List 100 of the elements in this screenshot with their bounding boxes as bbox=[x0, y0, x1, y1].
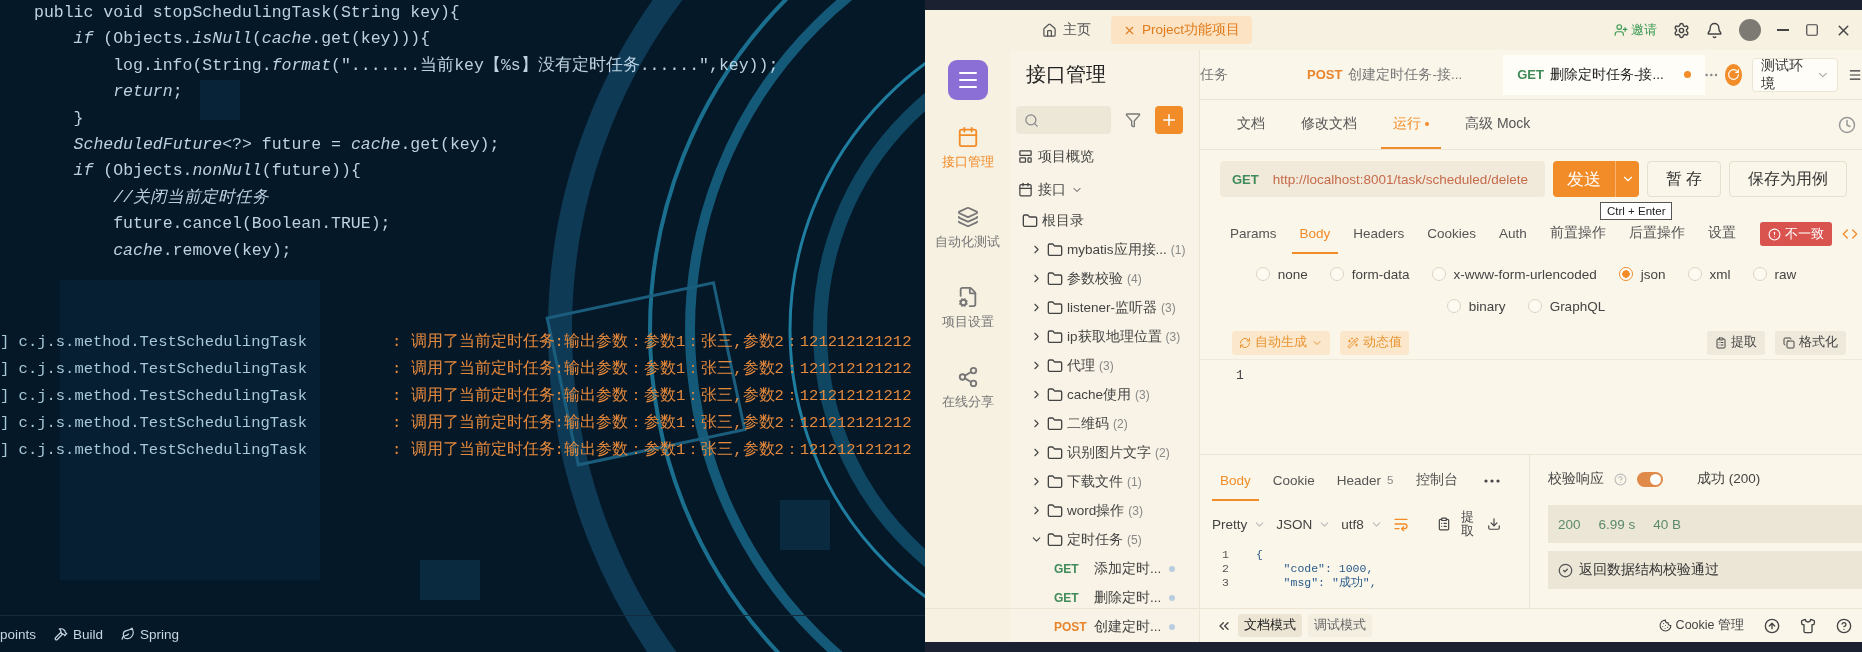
rail-item[interactable]: 项目设置 bbox=[941, 286, 994, 366]
body-type-option[interactable]: raw bbox=[1752, 264, 1797, 284]
refresh-icon bbox=[1727, 68, 1741, 81]
window-tab[interactable]: 主页 bbox=[1030, 16, 1103, 44]
format-select[interactable]: JSON bbox=[1276, 516, 1332, 532]
avatar[interactable] bbox=[1739, 19, 1761, 41]
request-tab[interactable]: 任务 bbox=[1200, 54, 1269, 95]
mode-button[interactable]: 文档模式 bbox=[1238, 614, 1302, 637]
param-tab[interactable]: Cookies bbox=[1419, 214, 1485, 254]
code-line: cache.remove(key); bbox=[112, 239, 292, 262]
tree-folder[interactable]: 代理 (3) bbox=[1016, 351, 1193, 380]
radio[interactable] bbox=[1527, 299, 1542, 313]
tool-window-tab[interactable]: Build bbox=[73, 626, 104, 642]
tree-folder[interactable]: 参数校验 (4) bbox=[1016, 264, 1193, 293]
response-tab[interactable]: 控制台 bbox=[1407, 461, 1466, 501]
radio[interactable] bbox=[1618, 267, 1633, 281]
layout-icon bbox=[1018, 149, 1033, 164]
tree-item[interactable]: POST 创建定时... bbox=[1016, 612, 1193, 641]
param-tab[interactable]: 设置 bbox=[1699, 214, 1744, 254]
tool-window-tab[interactable]: Spring bbox=[140, 626, 180, 642]
extract-link[interactable]: 提取 bbox=[1460, 510, 1477, 538]
tool-window-tab[interactable]: points bbox=[0, 626, 37, 642]
request-tab[interactable]: GET 删除定时任务-接... bbox=[1503, 54, 1705, 95]
radio[interactable] bbox=[1446, 299, 1461, 313]
request-tab[interactable]: POST 创建定时任务-接... bbox=[1293, 54, 1504, 95]
validation-toggle[interactable] bbox=[1637, 471, 1663, 487]
add-button[interactable] bbox=[1155, 106, 1183, 134]
tree-item[interactable]: GET 删除定时... bbox=[1016, 583, 1193, 612]
response-tab[interactable]: Cookie bbox=[1264, 461, 1323, 501]
radio[interactable] bbox=[1687, 267, 1702, 281]
tree-folder[interactable]: word操作 (3) bbox=[1016, 496, 1193, 525]
radio[interactable] bbox=[1431, 267, 1446, 281]
search-field[interactable] bbox=[1016, 106, 1111, 134]
tree-folder[interactable]: listener-监听器 (3) bbox=[1016, 293, 1193, 322]
tree-folder[interactable]: mybatis应用接... (1) bbox=[1016, 235, 1193, 264]
sidebar-item[interactable]: 项目概览 bbox=[1016, 140, 1193, 173]
code-line: "msg": "成功", bbox=[1282, 574, 1377, 590]
body-type-option[interactable]: xml bbox=[1687, 264, 1731, 284]
log-message: : 调用了当前定时任务:输出参数：参数1：张三,参数2：121212121212 bbox=[392, 359, 912, 379]
wand-icon bbox=[1347, 336, 1359, 349]
save-as-case-button[interactable]: 保存为用例 bbox=[1729, 161, 1848, 197]
doc-tab[interactable]: 修改文档 bbox=[1289, 100, 1369, 149]
search-icon bbox=[1024, 112, 1039, 128]
code-line: if (Objects.isNull(cache.get(key))){ bbox=[72, 28, 431, 51]
item-label: 项目概览 bbox=[1038, 147, 1094, 166]
line-number: 2 bbox=[1222, 561, 1230, 575]
param-tab[interactable]: Headers bbox=[1345, 214, 1413, 254]
item-label: 接口 bbox=[1038, 180, 1066, 199]
environment-select[interactable]: 测试环境 bbox=[1751, 57, 1839, 92]
folder-name: word操作 bbox=[1067, 501, 1125, 520]
encoding-select[interactable]: utf8 bbox=[1341, 516, 1383, 532]
body-type-option[interactable]: GraphQL bbox=[1527, 296, 1606, 316]
view-select[interactable]: Pretty bbox=[1212, 516, 1267, 532]
status-dot bbox=[1169, 565, 1176, 572]
sidebar-item[interactable]: 接口 bbox=[1016, 173, 1193, 206]
sync-button[interactable] bbox=[1725, 63, 1743, 86]
check-circle-icon bbox=[1558, 562, 1573, 578]
doc-tab[interactable]: 高级 Mock bbox=[1453, 100, 1543, 149]
item-count: (3) bbox=[1161, 300, 1176, 315]
body-type-option[interactable]: binary bbox=[1446, 296, 1506, 316]
radio[interactable] bbox=[1329, 267, 1344, 281]
tree-folder[interactable]: ip获取地理位置 (3) bbox=[1016, 322, 1193, 351]
radio[interactable] bbox=[1255, 267, 1270, 281]
more-icon[interactable] bbox=[1483, 479, 1500, 483]
minimize-icon[interactable] bbox=[1777, 29, 1789, 31]
mode-button[interactable]: 调试模式 bbox=[1308, 614, 1372, 637]
response-tab[interactable]: Header 5 bbox=[1328, 461, 1402, 501]
tree-folder[interactable]: 二维码 (2) bbox=[1016, 409, 1193, 438]
save-button[interactable]: 暂 存 bbox=[1647, 161, 1722, 197]
tree-folder[interactable]: cache使用 (3) bbox=[1016, 380, 1193, 409]
body-type-option[interactable]: json bbox=[1618, 264, 1666, 284]
tree-folder[interactable]: 下载文件 (1) bbox=[1016, 467, 1193, 496]
body-type-option[interactable]: form-data bbox=[1329, 264, 1410, 284]
tree-folder[interactable]: 根目录 bbox=[1016, 206, 1193, 235]
endpoint-name: 删除定时... bbox=[1094, 588, 1162, 607]
wrap-icon bbox=[1392, 516, 1409, 532]
folder-icon bbox=[1047, 502, 1063, 519]
tree-folder[interactable]: 识别图片文字 (2) bbox=[1016, 438, 1193, 467]
code-icon bbox=[1842, 226, 1858, 242]
doc-tab[interactable]: 文档 bbox=[1225, 100, 1277, 149]
validation-result: 成功 (200) bbox=[1697, 470, 1761, 488]
filter-icon bbox=[1125, 112, 1141, 128]
body-type-option[interactable]: none bbox=[1255, 264, 1308, 284]
rail-item[interactable]: 在线分享 bbox=[941, 366, 994, 446]
cookie-icon bbox=[1658, 619, 1672, 632]
param-tab[interactable]: Auth bbox=[1491, 214, 1535, 254]
tree-item[interactable]: GET 添加定时... bbox=[1016, 554, 1193, 583]
copy-icon bbox=[1783, 336, 1795, 349]
radio[interactable] bbox=[1752, 267, 1767, 281]
cookie-manager-link[interactable]: Cookie 管理 bbox=[1658, 617, 1744, 634]
tree-folder[interactable]: 定时任务 (5) bbox=[1016, 525, 1193, 554]
format-button[interactable]: 格式化 bbox=[1775, 330, 1846, 355]
param-tab[interactable]: Params bbox=[1222, 214, 1285, 254]
extract-button[interactable]: 提取 bbox=[1707, 330, 1765, 355]
clock-icon bbox=[1838, 115, 1856, 134]
download-icon bbox=[1486, 517, 1501, 531]
body-type-option[interactable]: x-www-form-urlencoded bbox=[1431, 264, 1597, 284]
rail-item[interactable]: 自动化测试 bbox=[935, 206, 1000, 286]
mismatch-badge[interactable]: 不一致 bbox=[1760, 222, 1832, 246]
status-code: 200 bbox=[1558, 516, 1581, 532]
